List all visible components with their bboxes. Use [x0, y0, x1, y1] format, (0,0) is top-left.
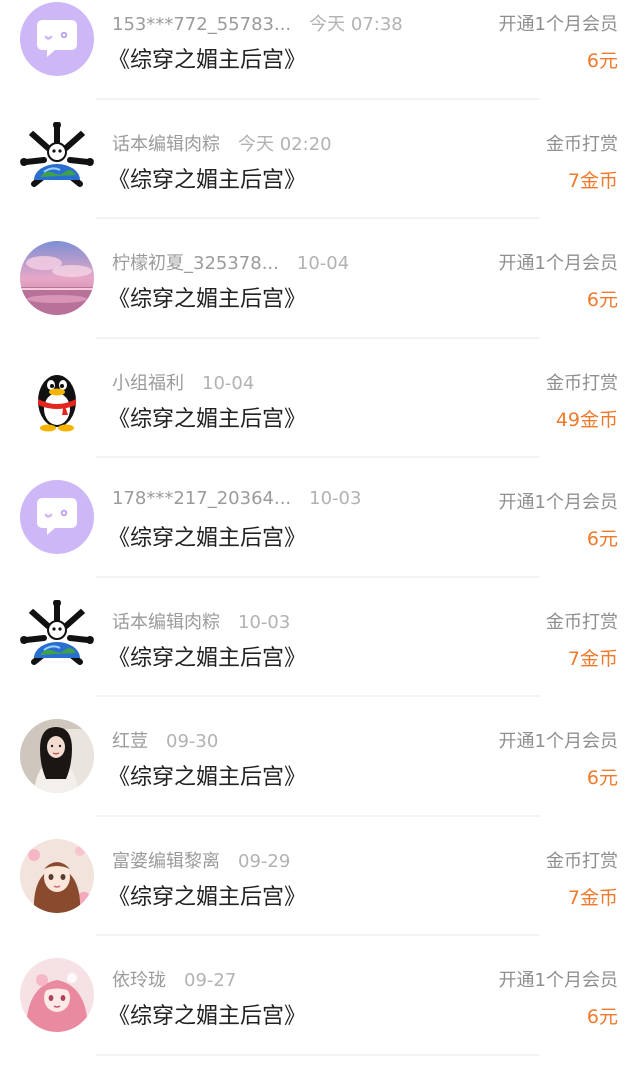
record-row[interactable]: 178***217_20364... 10-03 《综穿之媚主后宫》 开通1个月会…: [0, 458, 640, 578]
user-avatar[interactable]: [20, 2, 94, 76]
user-name[interactable]: 话本编辑肉粽: [112, 612, 220, 633]
support-amount: 7金币: [567, 886, 618, 909]
user-name[interactable]: 小组福利: [112, 373, 184, 394]
record-time: 10-03: [238, 611, 291, 633]
support-type: 开通1个月会员: [498, 731, 618, 752]
support-amount: 6元: [586, 1006, 618, 1028]
support-record-list: 153***772_55783... 今天 07:38 《综穿之媚主后宫》 开通1…: [0, 0, 640, 1056]
record-meta: 红荳 09-30: [112, 727, 218, 753]
record-time: 09-29: [238, 850, 291, 872]
support-type: 金币打赏: [546, 611, 618, 633]
chat-bubble-avatar: [20, 2, 94, 76]
book-title[interactable]: 《综穿之媚主后宫》: [108, 759, 306, 791]
record-time: 09-27: [184, 970, 237, 991]
record-meta: 178***217_20364... 10-03: [112, 488, 361, 509]
penguin-avatar: [20, 361, 94, 435]
user-name[interactable]: 红荳: [112, 731, 148, 752]
record-row[interactable]: 依玲珑 09-27 《综穿之媚主后宫》 开通1个月会员 6元: [0, 936, 640, 1056]
record-time: 10-03: [309, 488, 362, 509]
book-title[interactable]: 《综穿之媚主后宫》: [108, 281, 306, 313]
record-meta: 小组福利 10-04: [112, 369, 254, 395]
user-name[interactable]: 富婆编辑黎离: [112, 851, 220, 872]
book-title[interactable]: 《综穿之媚主后宫》: [108, 162, 306, 194]
support-type: 金币打赏: [546, 133, 618, 155]
user-name[interactable]: 178***217_20364...: [112, 488, 291, 509]
support-amount: 7金币: [567, 169, 618, 192]
user-name[interactable]: 话本编辑肉粽: [112, 134, 220, 155]
record-row[interactable]: 话本编辑肉粽 10-03 《综穿之媚主后宫》 金币打赏 7金币: [0, 578, 640, 697]
user-name[interactable]: 柠檬初夏_325378...: [112, 253, 279, 274]
record-meta: 话本编辑肉粽 今天 02:20: [112, 130, 332, 156]
user-name[interactable]: 153***772_55783...: [112, 14, 291, 35]
support-type: 开通1个月会员: [498, 253, 618, 274]
book-title[interactable]: 《综穿之媚主后宫》: [108, 42, 306, 74]
user-avatar[interactable]: [20, 122, 94, 196]
user-avatar[interactable]: [20, 361, 94, 435]
support-type: 金币打赏: [546, 850, 618, 872]
book-title[interactable]: 《综穿之媚主后宫》: [108, 401, 306, 433]
support-type: 开通1个月会员: [498, 970, 618, 991]
support-type: 开通1个月会员: [498, 14, 618, 35]
record-time: 10-04: [296, 253, 350, 274]
user-avatar[interactable]: [20, 958, 94, 1032]
globe-bones-avatar: [20, 122, 94, 196]
record-meta: 话本编辑肉粽 10-03: [112, 608, 290, 634]
record-time: 今天 07:38: [309, 14, 403, 35]
row-divider: [96, 1053, 540, 1056]
support-type: 开通1个月会员: [498, 492, 618, 513]
record-row[interactable]: 红荳 09-30 《综穿之媚主后宫》 开通1个月会员 6元: [0, 697, 640, 817]
record-meta: 柠檬初夏_325378... 10-04: [112, 249, 349, 275]
support-amount: 6元: [586, 767, 618, 789]
record-row[interactable]: 话本编辑肉粽 今天 02:20 《综穿之媚主后宫》 金币打赏 7金币: [0, 100, 640, 219]
globe-bones-avatar: [20, 600, 94, 674]
record-meta: 依玲珑 09-27: [112, 966, 236, 992]
record-row[interactable]: 小组福利 10-04 《综穿之媚主后宫》 金币打赏 49金币: [0, 339, 640, 458]
user-avatar[interactable]: [20, 719, 94, 793]
portrait-woman-avatar: [20, 719, 94, 793]
user-avatar[interactable]: [20, 600, 94, 674]
record-row[interactable]: 富婆编辑黎离 09-29 《综穿之媚主后宫》 金币打赏 7金币: [0, 817, 640, 936]
pink-anime-avatar: [20, 958, 94, 1032]
record-meta: 富婆编辑黎离 09-29: [112, 847, 290, 873]
record-row[interactable]: 柠檬初夏_325378... 10-04 《综穿之媚主后宫》 开通1个月会员 6元: [0, 219, 640, 339]
record-time: 09-30: [166, 731, 219, 752]
support-amount: 7金币: [567, 647, 618, 670]
record-time: 今天 02:20: [238, 133, 332, 155]
book-title[interactable]: 《综穿之媚主后宫》: [108, 879, 306, 911]
record-time: 10-04: [202, 372, 255, 394]
record-row[interactable]: 153***772_55783... 今天 07:38 《综穿之媚主后宫》 开通1…: [0, 0, 640, 100]
user-avatar[interactable]: [20, 839, 94, 913]
pink-sky-avatar: [20, 241, 94, 315]
chat-bubble-avatar: [20, 480, 94, 554]
support-amount: 49金币: [555, 408, 618, 431]
user-name[interactable]: 依玲珑: [112, 970, 166, 991]
book-title[interactable]: 《综穿之媚主后宫》: [108, 640, 306, 672]
book-title[interactable]: 《综穿之媚主后宫》: [108, 998, 306, 1030]
support-amount: 6元: [586, 289, 618, 311]
support-type: 金币打赏: [546, 372, 618, 394]
anime-girl-avatar: [20, 839, 94, 913]
user-avatar[interactable]: [20, 480, 94, 554]
support-amount: 6元: [586, 50, 618, 72]
book-title[interactable]: 《综穿之媚主后宫》: [108, 520, 306, 552]
user-avatar[interactable]: [20, 241, 94, 315]
support-amount: 6元: [586, 528, 618, 550]
record-meta: 153***772_55783... 今天 07:38: [112, 10, 403, 36]
